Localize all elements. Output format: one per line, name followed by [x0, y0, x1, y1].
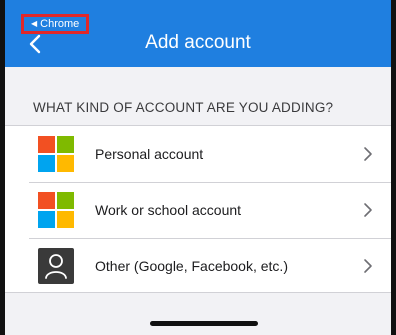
home-indicator[interactable]: [150, 321, 258, 326]
list-item-label: Work or school account: [95, 202, 242, 218]
microsoft-logo-icon: [38, 136, 74, 172]
account-type-list: Personal account Work or school account: [5, 125, 391, 293]
chevron-right-icon: [364, 147, 372, 161]
list-item-work-or-school-account[interactable]: Work or school account: [5, 182, 391, 238]
back-app-label: Chrome: [40, 18, 80, 30]
page-title: Add account: [145, 32, 251, 53]
list-item-label: Personal account: [95, 146, 204, 162]
microsoft-logo-icon: [38, 192, 74, 228]
chevron-right-icon: [364, 203, 372, 217]
list-item-label: Other (Google, Facebook, etc.): [95, 258, 288, 274]
section-heading: WHAT KIND OF ACCOUNT ARE YOU ADDING?: [33, 100, 334, 115]
navigation-header: ◀ Chrome Add account: [5, 0, 391, 67]
back-triangle-icon: ◀: [31, 19, 38, 28]
list-item-other-account[interactable]: Other (Google, Facebook, etc.): [5, 238, 391, 294]
chevron-right-icon: [364, 259, 372, 273]
app-screen: ◀ Chrome Add account WHAT KIND OF ACCOUN…: [0, 0, 396, 335]
person-icon: [38, 248, 74, 284]
list-item-personal-account[interactable]: Personal account: [5, 126, 391, 182]
